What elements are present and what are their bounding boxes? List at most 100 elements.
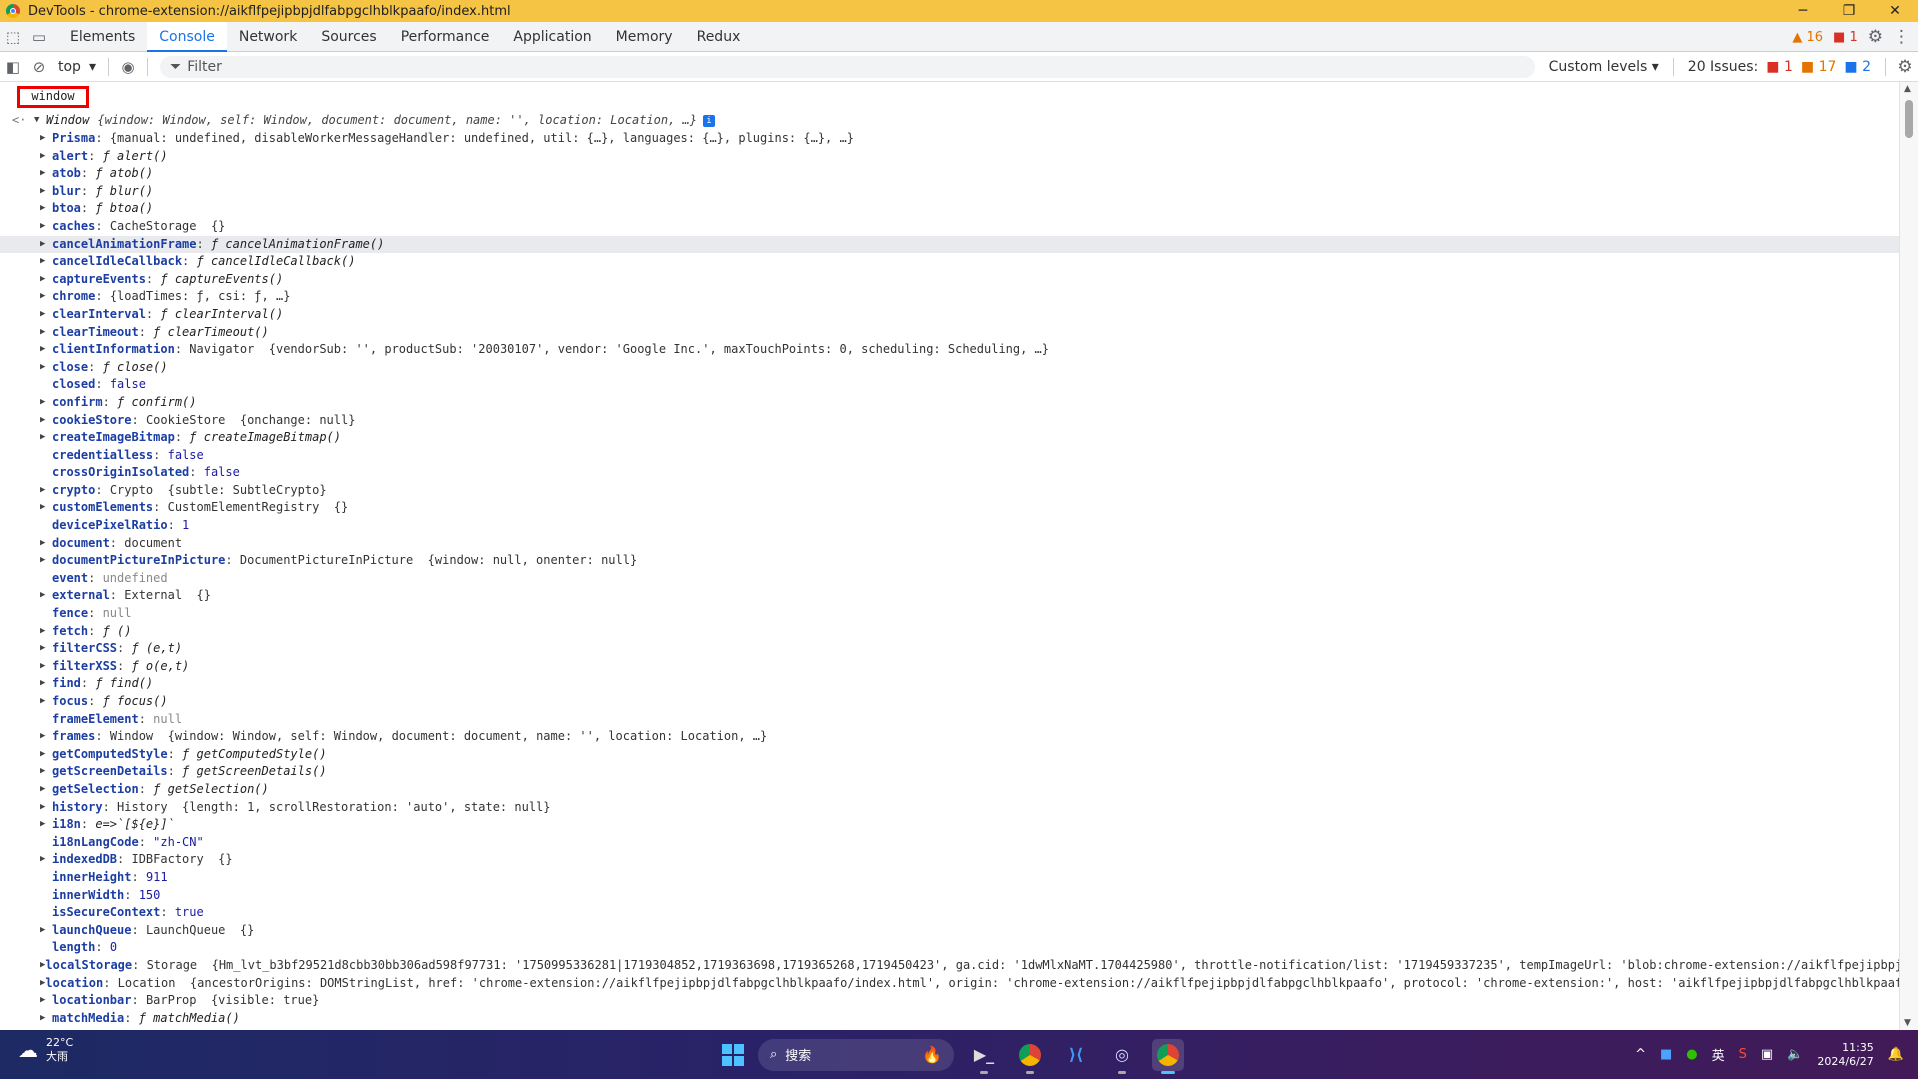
expand-triangle-icon[interactable]: ▶ <box>40 781 52 799</box>
property-row[interactable]: ▶ find: ƒ find() <box>40 675 1900 693</box>
expand-triangle-icon[interactable]: ▶ <box>40 394 52 412</box>
wechat-icon[interactable]: ● <box>1686 1047 1697 1062</box>
expand-triangle-icon[interactable]: ▶ <box>40 306 52 324</box>
property-row[interactable]: ▶ location: Location {ancestorOrigins: DO… <box>40 975 1900 993</box>
expand-triangle-icon[interactable]: ▶ <box>40 658 52 676</box>
property-row[interactable]: ▶ frames: Window {window: Window, self: W… <box>40 728 1900 746</box>
property-row[interactable]: innerWidth: 150 <box>40 887 1900 905</box>
expand-triangle-icon[interactable]: ▶ <box>40 640 52 658</box>
property-row[interactable]: ▶ locationbar: BarProp {visible: true} <box>40 992 1900 1010</box>
property-row[interactable]: ▶ chrome: {loadTimes: ƒ, csi: ƒ, …} <box>40 288 1900 306</box>
property-row[interactable]: ▶ matchMedia: ƒ matchMedia() <box>40 1010 1900 1028</box>
property-row[interactable]: ▶ cookieStore: CookieStore {onchange: nul… <box>40 412 1900 430</box>
property-row[interactable]: ▶ atob: ƒ atob() <box>40 165 1900 183</box>
eye-icon[interactable]: ◉ <box>115 52 141 82</box>
expand-triangle-icon[interactable]: ▶ <box>40 165 52 183</box>
property-row[interactable]: ▶ i18n: e=>`[${e}]` <box>40 816 1900 834</box>
restore-button[interactable]: ❐ <box>1826 0 1872 22</box>
property-row[interactable]: ▶ clearInterval: ƒ clearInterval() <box>40 306 1900 324</box>
property-row[interactable]: ▶ caches: CacheStorage {} <box>40 218 1900 236</box>
property-row[interactable]: ▶ localStorage: Storage {Hm_lvt_b3bf29521… <box>40 957 1900 975</box>
input-language[interactable]: 英 <box>1712 1045 1725 1064</box>
tab-console[interactable]: Console <box>147 21 227 52</box>
expand-triangle-icon[interactable]: ▶ <box>40 236 52 254</box>
expand-triangle-icon[interactable]: ▶ <box>40 218 52 236</box>
clear-console-icon[interactable]: ⊘ <box>26 52 52 82</box>
expand-triangle-icon[interactable]: ▶ <box>40 130 52 148</box>
expand-triangle-icon[interactable]: ▶ <box>40 728 52 746</box>
expand-triangle-icon[interactable]: ▼ <box>34 112 46 130</box>
expand-triangle-icon[interactable]: ▶ <box>40 587 52 605</box>
property-row[interactable]: devicePixelRatio: 1 <box>40 517 1900 535</box>
expand-triangle-icon[interactable]: ▶ <box>40 851 52 869</box>
chrome-icon[interactable] <box>1014 1039 1046 1074</box>
property-row[interactable]: ▶ customElements: CustomElementRegistry {… <box>40 499 1900 517</box>
tab-sources[interactable]: Sources <box>309 22 388 52</box>
log-levels-dropdown[interactable]: Custom levels ▾ <box>1541 59 1667 75</box>
expand-triangle-icon[interactable]: ▶ <box>40 324 52 342</box>
property-row[interactable]: ▶ clientInformation: Navigator {vendorSub… <box>40 341 1900 359</box>
property-row[interactable]: ▶ filterCSS: ƒ (e,t) <box>40 640 1900 658</box>
filter-input[interactable]: ⏷ Filter <box>159 55 1535 78</box>
property-row[interactable]: innerHeight: 911 <box>40 869 1900 887</box>
expand-triangle-icon[interactable]: ▶ <box>40 1010 52 1028</box>
property-row[interactable]: ▶ getComputedStyle: ƒ getComputedStyle() <box>40 746 1900 764</box>
property-row[interactable]: ▶ focus: ƒ focus() <box>40 693 1900 711</box>
property-row[interactable]: ▶ Prisma: {manual: undefined, disableWork… <box>40 130 1900 148</box>
property-row[interactable]: ▶ getSelection: ƒ getSelection() <box>40 781 1900 799</box>
tab-network[interactable]: Network <box>227 22 309 52</box>
weather-widget[interactable]: ☁ 22°C 大雨 <box>18 1036 73 1064</box>
expand-triangle-icon[interactable]: ▶ <box>40 922 52 940</box>
property-row[interactable]: ▶ createImageBitmap: ƒ createImageBitmap(… <box>40 429 1900 447</box>
property-row[interactable]: frameElement: null <box>40 711 1900 729</box>
property-row[interactable]: credentialless: false <box>40 447 1900 465</box>
property-row[interactable]: ▶ clearTimeout: ƒ clearTimeout() <box>40 324 1900 342</box>
sogou-icon[interactable]: S <box>1739 1047 1747 1062</box>
property-row[interactable]: closed: false <box>40 376 1900 394</box>
network-icon[interactable]: ▣ <box>1761 1047 1773 1062</box>
volume-icon[interactable]: 🔈 <box>1787 1047 1803 1062</box>
property-row[interactable]: ▶ getScreenDetails: ƒ getScreenDetails() <box>40 763 1900 781</box>
property-row[interactable]: ▶ external: External {} <box>40 587 1900 605</box>
property-row[interactable]: ▶ crypto: Crypto {subtle: SubtleCrypto} <box>40 482 1900 500</box>
inspect-element-icon[interactable]: ⬚ <box>0 22 26 52</box>
scroll-down-icon[interactable]: ▼ <box>1904 1018 1911 1028</box>
property-row[interactable]: length: 0 <box>40 939 1900 957</box>
property-row[interactable]: ▶ filterXSS: ƒ o(e,t) <box>40 658 1900 676</box>
expand-triangle-icon[interactable]: ▶ <box>40 816 52 834</box>
notification-icon[interactable]: 🔔 <box>1888 1047 1904 1062</box>
property-row[interactable]: ▶ history: History {length: 1, scrollRest… <box>40 799 1900 817</box>
property-row[interactable]: ▶ fetch: ƒ () <box>40 623 1900 641</box>
property-row[interactable]: ▶ blur: ƒ blur() <box>40 183 1900 201</box>
gpt-app-icon[interactable]: ◎ <box>1106 1039 1138 1074</box>
device-toolbar-icon[interactable]: ▭ <box>26 22 52 52</box>
tray-chevron-up-icon[interactable]: ^ <box>1635 1047 1646 1062</box>
errors-count[interactable]: ■ 1 <box>1833 30 1858 45</box>
property-row[interactable]: ▶ alert: ƒ alert() <box>40 148 1900 166</box>
expand-triangle-icon[interactable]: ▶ <box>40 693 52 711</box>
property-row[interactable]: ▶ document: document <box>40 535 1900 553</box>
expand-triangle-icon[interactable]: ▶ <box>40 482 52 500</box>
more-options-icon[interactable]: ⋮ <box>1893 27 1910 47</box>
taskbar-search[interactable]: ⌕ 搜索 🔥 <box>758 1038 954 1071</box>
property-row[interactable]: ▶ cancelAnimationFrame: ƒ cancelAnimation… <box>0 235 1900 254</box>
expand-triangle-icon[interactable]: ▶ <box>40 341 52 359</box>
expand-triangle-icon[interactable]: ▶ <box>40 429 52 447</box>
console-output[interactable]: window <· ▼ Window {window: Window, self… <box>0 82 1900 1030</box>
settings-gear-icon[interactable]: ⚙ <box>1868 27 1883 47</box>
property-row[interactable]: i18nLangCode: "zh-CN" <box>40 834 1900 852</box>
expand-triangle-icon[interactable]: ▶ <box>40 535 52 553</box>
property-row[interactable]: ▶ btoa: ƒ btoa() <box>40 200 1900 218</box>
console-result[interactable]: <· ▼ Window {window: Window, self: Windo… <box>12 112 716 130</box>
console-scrollbar[interactable]: ▲ ▼ <box>1899 82 1918 1030</box>
issues-counter[interactable]: 20 Issues: ■ 1 ■ 17 ■ 2 <box>1680 59 1879 75</box>
expand-triangle-icon[interactable]: ▶ <box>40 200 52 218</box>
expand-triangle-icon[interactable]: ▶ <box>40 148 52 166</box>
property-row[interactable]: ▶ indexedDB: IDBFactory {} <box>40 851 1900 869</box>
property-row[interactable]: isSecureContext: true <box>40 904 1900 922</box>
minimize-button[interactable]: ─ <box>1780 0 1826 22</box>
expand-triangle-icon[interactable]: ▶ <box>40 183 52 201</box>
tab-elements[interactable]: Elements <box>58 22 147 52</box>
context-selector[interactable]: top ▾ <box>52 59 102 75</box>
terminal-icon[interactable]: ▶_ <box>968 1039 1000 1074</box>
